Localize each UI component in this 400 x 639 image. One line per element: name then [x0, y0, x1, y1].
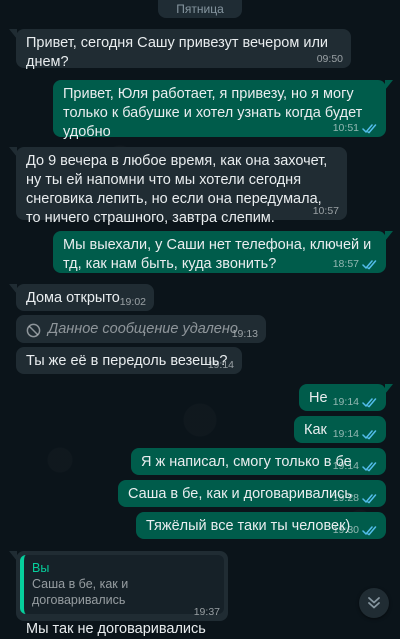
double-check-read-icon — [362, 123, 377, 133]
message-time: 19:14 — [332, 460, 359, 472]
message-outgoing[interactable]: Не 19:14 — [299, 384, 393, 411]
message-outgoing[interactable]: Привет, Юля работает, я привезу, но я мо… — [53, 80, 393, 140]
message-time: 19:37 — [193, 606, 220, 618]
double-check-read-icon — [362, 397, 377, 407]
message-incoming[interactable]: Дома открыто 19:02 — [9, 284, 154, 311]
message-text: Привет, Юля работает, я привезу, но я мо… — [63, 86, 367, 140]
message-time: 19:30 — [332, 524, 359, 536]
message-text: Ты же её в передоль везешь? — [26, 353, 228, 369]
message-outgoing[interactable]: Мы выехали, у Саши нет телефона, ключей … — [53, 231, 393, 273]
message-time: 18:57 — [332, 258, 359, 270]
message-time: 10:51 — [332, 122, 359, 134]
message-text: Мы выехали, у Саши нет телефона, ключей … — [63, 237, 376, 272]
message-outgoing[interactable]: Тяжёлый все таки ты человек) 19:30 — [136, 512, 386, 539]
double-chevron-down-icon — [368, 597, 380, 609]
date-separator: Пятница — [158, 0, 242, 18]
scroll-to-bottom-button[interactable] — [359, 588, 389, 618]
message-time: 19:14 — [332, 428, 359, 440]
double-check-read-icon — [362, 259, 377, 269]
message-incoming[interactable]: До 9 вечера в любое время, как она захоч… — [9, 147, 347, 226]
message-time: 19:14 — [332, 396, 359, 408]
double-check-read-icon — [362, 525, 377, 535]
message-deleted[interactable]: Данное сообщение удалено 19:13 — [16, 315, 266, 343]
reply-text: Саша в бе, как и договаривались — [32, 577, 129, 607]
message-outgoing[interactable]: Саша в бе, как и договаривались 19:28 — [118, 480, 386, 507]
message-text: Привет, сегодня Сашу привезут вечером ил… — [26, 35, 333, 70]
message-time: 19:14 — [207, 359, 234, 371]
message-time: 09:50 — [316, 53, 343, 65]
message-time: 19:13 — [231, 328, 258, 340]
message-incoming[interactable]: Ты же её в передоль везешь? 19:14 — [16, 347, 242, 374]
double-check-read-icon — [362, 461, 377, 471]
double-check-read-icon — [362, 493, 377, 503]
message-text: Данное сообщение удалено — [48, 321, 238, 337]
deleted-circle-icon — [26, 323, 41, 338]
message-incoming-reply[interactable]: Вы Саша в бе, как и договаривались Мы та… — [9, 551, 228, 637]
message-time: 10:57 — [312, 205, 339, 217]
reply-author: Вы — [32, 561, 50, 575]
message-text: Мы так не договаривались — [26, 621, 206, 637]
message-time: 19:28 — [332, 492, 359, 504]
message-time: 19:02 — [119, 296, 146, 308]
message-outgoing[interactable]: Я ж написал, смогу только в бе 19:14 — [131, 448, 386, 475]
message-incoming[interactable]: Привет, сегодня Сашу привезут вечером ил… — [9, 29, 351, 70]
double-check-read-icon — [362, 429, 377, 439]
message-text: До 9 вечера в любое время, как она захоч… — [26, 153, 332, 226]
message-outgoing[interactable]: Как 19:14 — [294, 416, 386, 443]
